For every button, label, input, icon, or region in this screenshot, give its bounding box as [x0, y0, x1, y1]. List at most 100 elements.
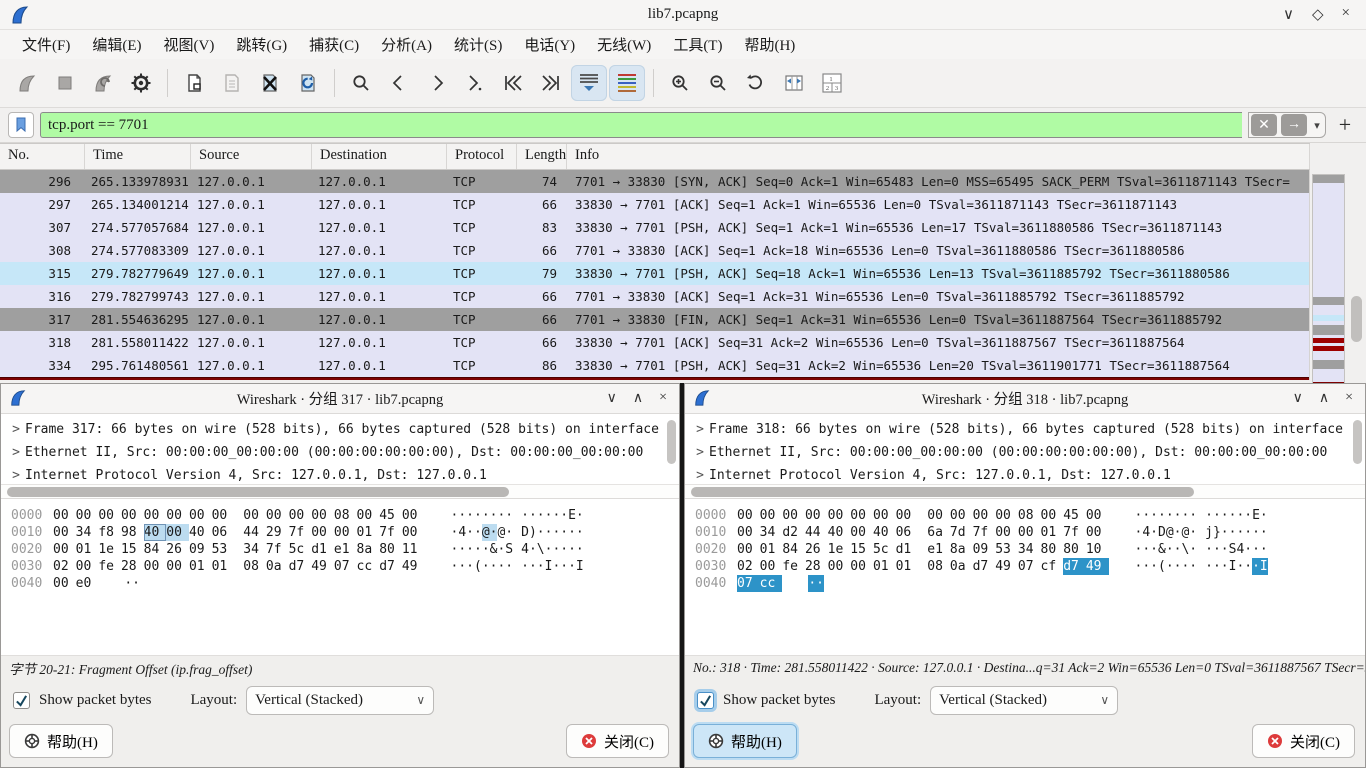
hex-byte[interactable]: 80: [1063, 541, 1086, 558]
titlebar[interactable]: lib7.pcapng ∨ ◇ ×: [0, 0, 1366, 30]
hex-byte[interactable]: 34: [243, 541, 266, 558]
first-packet-icon[interactable]: [495, 65, 531, 101]
hex-byte[interactable]: 00: [1086, 507, 1109, 524]
hex-byte[interactable]: 45: [1063, 507, 1086, 524]
hex-byte[interactable]: 00: [760, 507, 783, 524]
hex-byte[interactable]: 06: [212, 524, 235, 541]
hex-byte[interactable]: 26: [805, 541, 828, 558]
hex-byte[interactable]: 00: [98, 507, 121, 524]
open-file-icon[interactable]: [176, 65, 212, 101]
expander-icon[interactable]: >: [7, 441, 25, 464]
hex-byte[interactable]: 0a: [950, 558, 973, 575]
filter-clear-icon[interactable]: ✕: [1251, 114, 1277, 136]
hex-byte[interactable]: 40: [828, 524, 851, 541]
menu-item[interactable]: 分析(A): [371, 31, 442, 58]
tree-row[interactable]: >Frame 318: 66 bytes on wire (528 bits),…: [691, 418, 1365, 441]
reload-file-icon[interactable]: [290, 65, 326, 101]
hex-byte[interactable]: 00: [873, 507, 896, 524]
layout-select[interactable]: Vertical (Stacked)∨: [246, 686, 434, 715]
hex-byte[interactable]: 00: [805, 507, 828, 524]
packet-row[interactable]: 316279.782799743127.0.0.1127.0.0.1TCP667…: [0, 285, 1309, 308]
zoom-in-icon[interactable]: [662, 65, 698, 101]
hex-byte[interactable]: 34: [76, 524, 99, 541]
hex-byte[interactable]: d7: [1063, 558, 1086, 575]
hex-byte[interactable]: f8: [98, 524, 121, 541]
hex-byte[interactable]: 0a: [266, 558, 289, 575]
hex-byte[interactable]: 34: [760, 524, 783, 541]
filter-dropdown-icon[interactable]: ▾: [1309, 119, 1325, 132]
hex-byte[interactable]: 00: [782, 507, 805, 524]
expander-icon[interactable]: >: [691, 464, 709, 486]
hex-byte[interactable]: 02: [53, 558, 76, 575]
hex-byte[interactable]: 00: [828, 558, 851, 575]
hex-byte[interactable]: 6a: [927, 524, 950, 541]
maximize-icon[interactable]: ∧: [633, 390, 643, 407]
close-icon[interactable]: ×: [1342, 5, 1350, 24]
hex-byte[interactable]: 00: [166, 558, 189, 575]
hex-byte[interactable]: 01: [76, 541, 99, 558]
hex-byte[interactable]: 08: [243, 558, 266, 575]
packet-row[interactable]: 315279.782779649127.0.0.1127.0.0.1TCP793…: [0, 262, 1309, 285]
menu-item[interactable]: 跳转(G): [226, 31, 297, 58]
hex-byte[interactable]: 07: [737, 575, 760, 592]
hex-byte[interactable]: 00: [737, 524, 760, 541]
hex-byte[interactable]: 00: [266, 507, 289, 524]
hex-byte[interactable]: fe: [782, 558, 805, 575]
hex-byte[interactable]: 08: [1018, 507, 1041, 524]
packet-detail-tree[interactable]: >Frame 317: 66 bytes on wire (528 bits),…: [1, 414, 679, 486]
packet-row[interactable]: 297265.134001214127.0.0.1127.0.0.1TCP663…: [0, 193, 1309, 216]
intelligent-scrollbar[interactable]: [1312, 174, 1345, 383]
hex-byte[interactable]: 00: [850, 558, 873, 575]
close-icon[interactable]: ×: [659, 390, 667, 407]
tree-row[interactable]: >Frame 317: 66 bytes on wire (528 bits),…: [7, 418, 679, 441]
hex-byte[interactable]: 40: [873, 524, 896, 541]
hex-byte[interactable]: 08: [334, 507, 357, 524]
minimize-icon[interactable]: ∨: [1293, 390, 1303, 407]
packet-bytes-pane[interactable]: 000000000000000000000000000008004500····…: [1, 499, 679, 654]
packet-row[interactable]: 334295.761480561127.0.0.1127.0.0.1TCP863…: [0, 354, 1309, 377]
hex-byte[interactable]: 1e: [828, 541, 851, 558]
expander-icon[interactable]: >: [691, 418, 709, 441]
packet-row[interactable]: 308274.577083309127.0.0.1127.0.0.1TCP667…: [0, 239, 1309, 262]
hex-byte[interactable]: 00: [311, 524, 334, 541]
expander-icon[interactable]: >: [691, 441, 709, 464]
column-header[interactable]: Protocol: [447, 144, 517, 169]
hex-byte[interactable]: 01: [357, 524, 380, 541]
packet-row[interactable]: 318281.558011422127.0.0.1127.0.0.1TCP663…: [0, 331, 1309, 354]
hex-byte[interactable]: 00: [53, 541, 76, 558]
maximize-icon[interactable]: ∧: [1319, 390, 1329, 407]
close-button[interactable]: 关闭(C): [566, 724, 669, 758]
hex-byte[interactable]: d7: [379, 558, 402, 575]
hex-byte[interactable]: 28: [805, 558, 828, 575]
hex-byte[interactable]: 00: [311, 507, 334, 524]
packet-bytes-pane[interactable]: 000000000000000000000000000008004500····…: [685, 499, 1365, 654]
layout-icon[interactable]: 123: [814, 65, 850, 101]
scrollbar-thumb[interactable]: [1351, 296, 1362, 342]
hex-byte[interactable]: 01: [896, 558, 919, 575]
next-packet-icon[interactable]: [419, 65, 455, 101]
hex-byte[interactable]: 01: [873, 558, 896, 575]
hex-byte[interactable]: 00: [144, 507, 167, 524]
hex-byte[interactable]: 00: [289, 507, 312, 524]
hex-byte[interactable]: 7f: [266, 541, 289, 558]
start-capture-icon[interactable]: [9, 65, 45, 101]
menu-item[interactable]: 工具(T): [663, 31, 732, 58]
hex-byte[interactable]: 49: [995, 558, 1018, 575]
hex-byte[interactable]: 00: [189, 507, 212, 524]
menu-item[interactable]: 无线(W): [587, 31, 661, 58]
hex-byte[interactable]: 00: [121, 507, 144, 524]
hex-byte[interactable]: 08: [927, 558, 950, 575]
dialog-titlebar[interactable]: Wireshark · 分组 318 · lib7.pcapng ∨ ∧ ×: [685, 384, 1365, 414]
save-file-icon[interactable]: [214, 65, 250, 101]
display-filter-input[interactable]: tcp.port == 7701: [40, 112, 1242, 138]
column-header[interactable]: Time: [85, 144, 191, 169]
scrollbar-thumb[interactable]: [1353, 420, 1362, 464]
hex-byte[interactable]: 40: [189, 524, 212, 541]
hex-byte[interactable]: 49: [1086, 558, 1109, 575]
hex-byte[interactable]: 00: [995, 524, 1018, 541]
close-button[interactable]: 关闭(C): [1252, 724, 1355, 758]
tree-row[interactable]: >Ethernet II, Src: 00:00:00_00:00:00 (00…: [691, 441, 1365, 464]
minimize-icon[interactable]: ∨: [607, 390, 617, 407]
filter-add-icon[interactable]: +: [1332, 112, 1358, 138]
hex-byte[interactable]: 00: [166, 507, 189, 524]
